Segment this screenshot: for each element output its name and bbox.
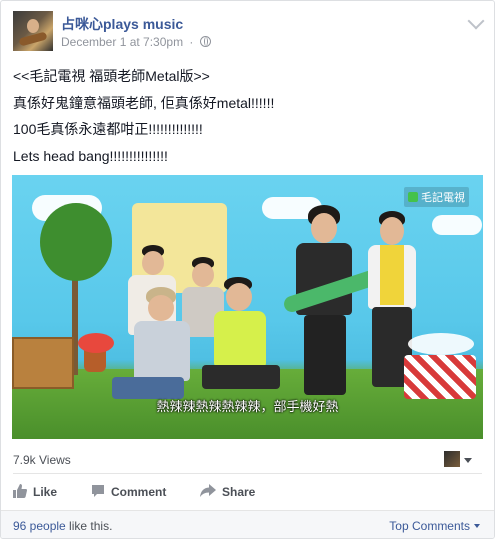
caret-down-icon: [474, 524, 480, 528]
page-avatar[interactable]: [13, 11, 53, 51]
likes-summary: 96 people like this.: [13, 519, 112, 533]
post-meta: December 1 at 7:30pm ·: [61, 35, 211, 49]
post-as-switcher[interactable]: [444, 449, 474, 469]
video-player[interactable]: 毛記電視 熱辣辣熱辣熱辣辣，部手機好熱: [12, 175, 483, 439]
share-button[interactable]: Share: [200, 481, 255, 503]
share-arrow-icon: [200, 484, 216, 497]
flower-pot: [84, 350, 106, 372]
post-footer: 96 people like this. Top Comments: [1, 510, 494, 538]
post-line-1: <<毛記電視 福頭老師Metal版>>: [13, 68, 210, 84]
like-label: Like: [33, 485, 58, 499]
comment-icon: [92, 485, 104, 497]
channel-logo-mark-icon: [408, 192, 418, 202]
post-line-2: 真係好鬼鐘意福頭老師, 佢真係好metal!!!!!!: [13, 94, 275, 111]
like-button[interactable]: Like: [13, 481, 57, 503]
share-label: Share: [222, 485, 256, 499]
post-line-3: 100毛真係永遠都咁正!!!!!!!!!!!!!!: [13, 121, 203, 137]
comment-label: Comment: [111, 485, 167, 499]
head: [226, 283, 252, 311]
wooden-crate: [12, 337, 74, 389]
legs: [202, 365, 280, 389]
divider: [13, 473, 482, 474]
likes-link[interactable]: 96 people: [13, 519, 66, 533]
head: [142, 251, 164, 275]
fruit-basket: [404, 355, 476, 399]
tree-foliage: [40, 203, 112, 281]
comment-button[interactable]: Comment: [91, 481, 166, 503]
white-flowers: [408, 333, 474, 355]
post-timestamp[interactable]: December 1 at 7:30pm: [61, 35, 183, 49]
head: [148, 295, 174, 321]
person-sitting-center: [196, 277, 286, 407]
cloud: [432, 215, 482, 235]
video-subtitle: 熱辣辣熱辣熱辣辣，部手機好熱: [156, 399, 339, 414]
avatar-guitar: [18, 31, 48, 47]
head: [380, 217, 404, 245]
legs: [304, 315, 346, 395]
avatar-face: [27, 19, 39, 33]
meta-separator: ·: [189, 35, 194, 49]
channel-logo-text: 毛記電視: [421, 192, 465, 204]
head: [311, 213, 337, 243]
chevron-down-icon[interactable]: [467, 12, 485, 30]
channel-logo: 毛記電視: [404, 187, 469, 207]
post-card: 占咪心plays music December 1 at 7:30pm · <<…: [0, 0, 495, 539]
top-comments-dropdown[interactable]: Top Comments: [389, 519, 480, 533]
top-comments-label: Top Comments: [389, 519, 470, 533]
post-header: 占咪心plays music December 1 at 7:30pm ·: [13, 11, 485, 53]
person-guitarist: [281, 205, 383, 405]
likes-suffix: like this.: [65, 519, 113, 533]
torso: [214, 311, 266, 367]
scarf: [380, 245, 404, 305]
page-name-link[interactable]: 占咪心plays music: [61, 14, 183, 34]
viewer-avatar: [444, 451, 460, 467]
torso: [134, 321, 190, 381]
thumbs-up-icon: [13, 484, 27, 498]
post-text: <<毛記電視 福頭老師Metal版>> 真係好鬼鐘意福頭老師, 佢真係好meta…: [13, 63, 482, 169]
globe-icon[interactable]: [199, 36, 211, 47]
caret-down-icon: [464, 458, 472, 463]
post-line-4: Lets head bang!!!!!!!!!!!!!!!: [13, 147, 168, 164]
view-count: 7.9k Views: [13, 453, 71, 467]
